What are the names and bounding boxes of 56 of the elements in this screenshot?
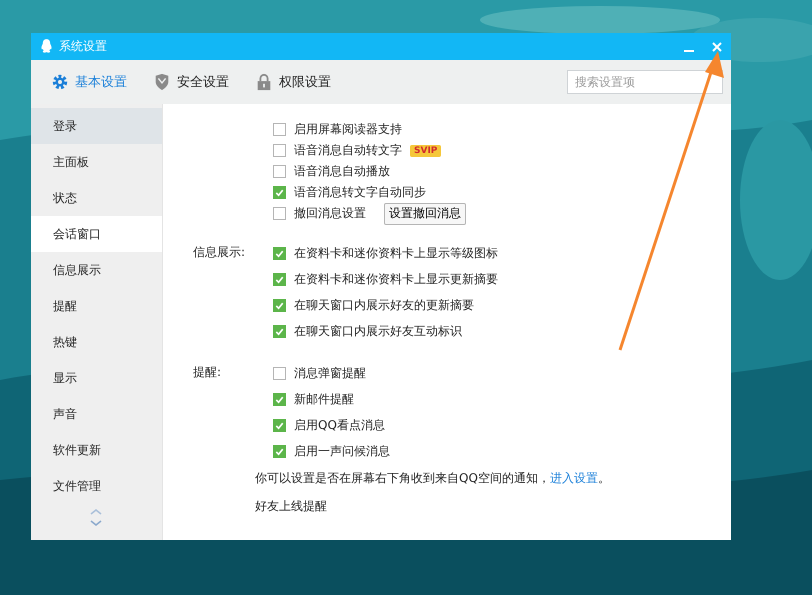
sidebar-item[interactable]: 显示 [31,360,162,396]
gear-icon [51,73,69,91]
sidebar-item[interactable]: 提醒 [31,288,162,324]
checkbox-label: 消息弹窗提醒 [294,364,366,382]
checkbox[interactable] [273,123,286,136]
checkbox[interactable] [273,324,286,338]
checkbox-label: 在资料卡和迷你资料卡上显示更新摘要 [294,270,498,288]
svip-badge: SVIP [410,144,442,156]
checkbox-label: 新邮件提醒 [294,390,354,408]
search-field[interactable]: 搜索设置项 [567,70,723,94]
checkbox-label: 在聊天窗口内展示好友的更新摘要 [294,296,474,314]
sidebar-item[interactable]: 主面板 [31,144,162,180]
checkbox[interactable] [273,207,286,220]
checkbox-label: 语音消息自动转文字 [294,142,402,159]
settings-tab[interactable]: 安全设置 [153,73,229,91]
checkbox[interactable] [273,418,286,432]
checkbox[interactable] [273,392,286,406]
checkbox[interactable] [273,246,286,260]
checkbox-label: 在聊天窗口内展示好友互动标识 [294,322,462,340]
recall-settings-button[interactable]: 设置撤回消息 [384,202,466,224]
window-title: 系统设置 [59,38,107,55]
sidebar-item[interactable]: 信息展示 [31,252,162,288]
checkbox[interactable] [273,272,286,286]
checkbox[interactable] [273,144,286,157]
checkbox-label: 语音消息自动播放 [294,163,390,180]
sidebar-item[interactable]: 文件管理 [31,468,162,504]
scroll-down-icon[interactable] [90,520,102,526]
checkbox-label: 启用屏幕阅读器支持 [294,121,402,138]
sidebar-item[interactable]: 会话窗口 [31,216,162,252]
checkbox[interactable] [273,165,286,178]
checkbox[interactable] [273,444,286,458]
section-label: 信息展示: [193,245,246,259]
sidebar-item[interactable]: 软件更新 [31,432,162,468]
checkbox-label: 启用一声问候消息 [294,442,390,460]
penguin-icon [40,39,53,54]
lock-icon [255,73,273,91]
checkbox-label: 语音消息转文字自动同步 [294,184,426,201]
settings-tab[interactable]: 权限设置 [255,73,331,91]
sidebar-item[interactable]: 声音 [31,396,162,432]
checkbox[interactable] [273,298,286,312]
checkbox-label: 在资料卡和迷你资料卡上显示等级图标 [294,244,498,262]
notice-text: 你可以设置是否在屏幕右下角收到来自QQ空间的通知，进入设置。 [255,470,610,487]
subheading: 好友上线提醒 [255,498,328,515]
checkbox[interactable] [273,186,286,199]
shield-icon [153,73,171,91]
settings-tab[interactable]: 基本设置 [51,73,127,91]
sidebar-item[interactable]: 状态 [31,180,162,216]
scroll-up-icon[interactable] [90,509,102,515]
sidebar-item[interactable]: 热键 [31,324,162,360]
checkbox-label: 启用QQ看点消息 [294,416,385,434]
settings-link[interactable]: 进入设置 [550,471,598,485]
checkbox[interactable] [273,366,286,380]
close-icon[interactable] [711,40,723,52]
sidebar-item[interactable]: 登录 [31,108,162,144]
section-label: 提醒: [193,365,222,379]
checkbox-label: 撤回消息设置 [294,205,366,222]
